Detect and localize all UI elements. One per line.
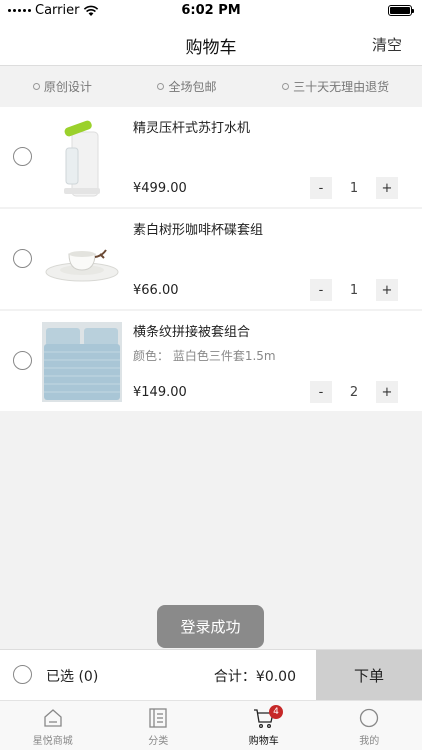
bullet-icon [282, 82, 290, 90]
category-icon [149, 708, 167, 728]
place-order-button[interactable]: 下单 [316, 650, 422, 701]
status-bar: Carrier 6:02 PM [0, 0, 422, 22]
quantity-value: 1 [349, 282, 359, 298]
promo-label: 全场包邮 [168, 79, 217, 94]
promo-label: 原创设计 [43, 79, 92, 94]
cart-badge: 4 [269, 705, 283, 719]
quantity-stepper: - 1 + [310, 279, 398, 301]
battery-icon [388, 5, 414, 16]
cart-item[interactable]: 横条纹拼接被套组合 颜色： 蓝白色三件套1.5m ¥149.00 - 2 + [0, 311, 422, 411]
total-price: 合计：¥0.00 [213, 669, 296, 685]
tab-label: 我的 [359, 736, 380, 747]
select-radio[interactable] [13, 147, 32, 166]
product-image-duvet-set[interactable] [42, 322, 122, 402]
decrease-button[interactable]: - [310, 177, 332, 199]
tab-profile[interactable]: 我的 [317, 701, 422, 750]
tab-label: 购物车 [248, 736, 279, 747]
product-spec: 颜色： 蓝白色三件套1.5m [133, 349, 276, 363]
select-all-radio[interactable] [13, 665, 32, 684]
tab-label: 星悦商城 [32, 736, 73, 747]
quantity-value: 1 [349, 180, 359, 196]
increase-button[interactable]: + [376, 279, 398, 301]
decrease-button[interactable]: - [310, 279, 332, 301]
home-icon [44, 709, 62, 727]
tab-bar: 星悦商城 分类 4 购物车 我的 [0, 700, 422, 750]
product-name: 横条纹拼接被套组合 [133, 325, 251, 340]
bullet-icon [32, 82, 40, 90]
product-price: ¥66.00 [133, 283, 179, 298]
tab-label: 分类 [148, 736, 169, 747]
tab-cart[interactable]: 4 购物车 [211, 701, 317, 750]
cart-list: 精灵压杆式苏打水机 ¥499.00 - 1 + 素白树形咖啡杯碟套组 ¥66.0… [0, 107, 422, 413]
promo-label: 三十天无理由退货 [293, 79, 390, 94]
toast-message: 登录成功 [157, 605, 264, 648]
promo-item: 原创设计 [32, 78, 92, 95]
product-price: ¥499.00 [133, 181, 187, 196]
cart-item[interactable]: 精灵压杆式苏打水机 ¥499.00 - 1 + [0, 107, 422, 207]
product-image-soda-machine[interactable] [42, 118, 122, 198]
quantity-stepper: - 1 + [310, 177, 398, 199]
product-name: 素白树形咖啡杯碟套组 [133, 223, 264, 238]
product-name: 精灵压杆式苏打水机 [133, 121, 251, 136]
decrease-button[interactable]: - [310, 381, 332, 403]
profile-icon [360, 708, 379, 728]
quantity-value: 2 [349, 384, 359, 400]
checkout-bar: 已选 (0) 合计：¥0.00 下单 [0, 649, 422, 701]
bullet-icon [157, 82, 165, 90]
page-title: 购物车 [185, 38, 237, 58]
promo-item: 三十天无理由退货 [282, 78, 389, 95]
product-image-coffee-cup[interactable] [42, 220, 122, 300]
nav-bar: 购物车 清空 [0, 22, 422, 66]
quantity-stepper: - 2 + [310, 381, 398, 403]
clear-button[interactable]: 清空 [372, 34, 402, 55]
increase-button[interactable]: + [376, 381, 398, 403]
tab-home[interactable]: 星悦商城 [0, 701, 106, 750]
clock: 6:02 PM [181, 3, 241, 18]
promo-item: 全场包邮 [157, 78, 216, 95]
tab-category[interactable]: 分类 [106, 701, 212, 750]
product-price: ¥149.00 [133, 385, 187, 400]
cart-item[interactable]: 素白树形咖啡杯碟套组 ¥66.00 - 1 + [0, 209, 422, 309]
increase-button[interactable]: + [376, 177, 398, 199]
promo-strip: 原创设计 全场包邮 三十天无理由退货 [0, 66, 422, 106]
select-radio[interactable] [13, 351, 32, 370]
select-radio[interactable] [13, 249, 32, 268]
selected-count: 已选 (0) [46, 669, 99, 685]
